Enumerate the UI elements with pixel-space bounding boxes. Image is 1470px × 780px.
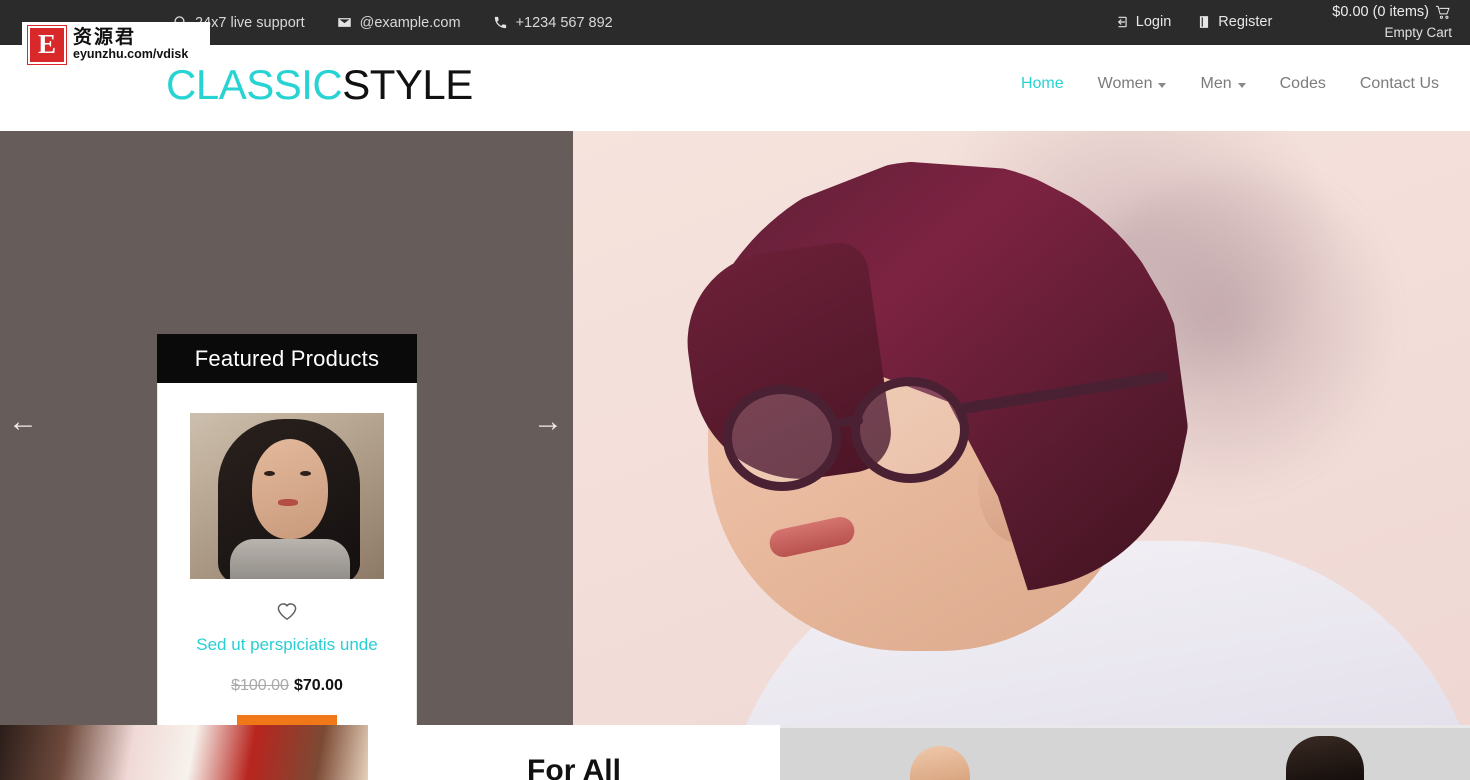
add-to-cart-button[interactable]: Add To Cart (237, 715, 337, 725)
category-model-figure-right (1286, 736, 1364, 780)
slider-next-arrow[interactable]: → (533, 407, 563, 437)
live-support-label: 24x7 live support (195, 14, 305, 31)
watermark-overlay: E 资源君 eyunzhu.com/vdisk (22, 22, 210, 67)
shopping-cart-icon (1436, 6, 1450, 20)
product-image[interactable] (190, 413, 384, 579)
category-caption: For All (527, 754, 621, 780)
book-icon (1200, 16, 1209, 29)
nav-item-home[interactable]: Home (1004, 75, 1081, 93)
register-link[interactable]: Register (1197, 14, 1272, 30)
category-tile-hats[interactable] (0, 725, 368, 780)
site-header: CLASSICSTYLE Home Women Men Codes Contac… (0, 45, 1470, 131)
glasses-left-lens (723, 385, 841, 491)
register-label: Register (1218, 14, 1273, 31)
cart-status-label: Empty Cart (1384, 25, 1452, 41)
logo-primary-text: CLASSIC (166, 61, 343, 108)
nav-label-contact: Contact Us (1359, 75, 1439, 92)
hero-slider: ← → Featured Products Sed ut perspiciati… (0, 131, 1470, 725)
featured-product-body: Sed ut perspiciatis unde $100.00$70.00 A… (157, 383, 417, 725)
logo-secondary-text: STYLE (342, 61, 473, 108)
watermark-logo-icon: E (27, 24, 67, 65)
site-logo[interactable]: CLASSICSTYLE (166, 61, 473, 109)
auth-links: Login Register (1115, 14, 1272, 30)
watermark-text: 资源君 eyunzhu.com/vdisk (73, 25, 189, 61)
hero-model-glasses (723, 370, 1169, 491)
wishlist-button[interactable] (176, 601, 398, 626)
nav-label-men: Men (1200, 75, 1232, 92)
nav-label-women: Women (1097, 75, 1153, 92)
watermark-url: eyunzhu.com/vdisk (73, 46, 189, 61)
top-utility-bar: 24x7 live support @example.com +1234 567… (0, 0, 1470, 45)
chevron-down-icon (1237, 83, 1246, 88)
sign-in-icon (1117, 17, 1127, 28)
product-model-lips (278, 499, 298, 506)
email-label: @example.com (359, 14, 461, 31)
nav-item-men[interactable]: Men (1183, 75, 1262, 93)
nav-item-codes[interactable]: Codes (1263, 75, 1343, 93)
category-tile-models[interactable] (780, 725, 1470, 780)
phone-label: +1234 567 892 (515, 14, 613, 31)
category-strip: For All (0, 725, 1470, 780)
phone-item[interactable]: +1234 567 892 (493, 15, 613, 31)
nav-item-women[interactable]: Women (1081, 75, 1184, 93)
topbar-account-group: Login Register $0.00 (0 items) Empty Car… (1115, 2, 1470, 43)
nav-label-codes: Codes (1279, 75, 1326, 92)
category-model-figure-left (910, 746, 970, 780)
product-model-eye-left (264, 471, 275, 476)
login-label: Login (1135, 14, 1172, 31)
watermark-brand: 资源君 (73, 25, 137, 48)
product-price: $100.00 $70.00 (176, 677, 398, 695)
cart-summary[interactable]: $0.00 (0 items) Empty Cart (1332, 2, 1456, 43)
product-model-face (252, 439, 328, 539)
phone-icon (493, 15, 508, 30)
product-old-price: $100.00 (231, 677, 289, 695)
slider-prev-arrow[interactable]: ← (8, 407, 38, 437)
featured-products-card: Featured Products Sed ut perspiciatis un… (157, 334, 417, 725)
featured-products-heading: Featured Products (157, 334, 417, 383)
nav-item-contact-us[interactable]: Contact Us (1343, 75, 1456, 93)
envelope-icon (337, 15, 352, 30)
product-model-eye-right (300, 471, 311, 476)
category-caption-panel: For All (368, 725, 780, 780)
product-new-price: $70.00 (293, 677, 343, 695)
email-item[interactable]: @example.com (337, 15, 461, 31)
login-link[interactable]: Login (1115, 14, 1171, 30)
main-navigation: Home Women Men Codes Contact Us (1004, 75, 1456, 93)
product-title[interactable]: Sed ut perspiciatis unde (186, 634, 388, 655)
page-root: 24x7 live support @example.com +1234 567… (0, 0, 1470, 780)
nav-label-home: Home (1020, 75, 1064, 92)
glasses-right-lens (851, 377, 969, 483)
product-model-top (230, 539, 350, 579)
cart-total-label: $0.00 (0 items) (1332, 4, 1429, 21)
strip-top-seam (780, 725, 1470, 728)
hero-image (573, 131, 1470, 725)
cart-total-line: $0.00 (0 items) (1332, 2, 1452, 23)
chevron-down-icon (1158, 83, 1167, 88)
heart-icon (277, 603, 297, 621)
